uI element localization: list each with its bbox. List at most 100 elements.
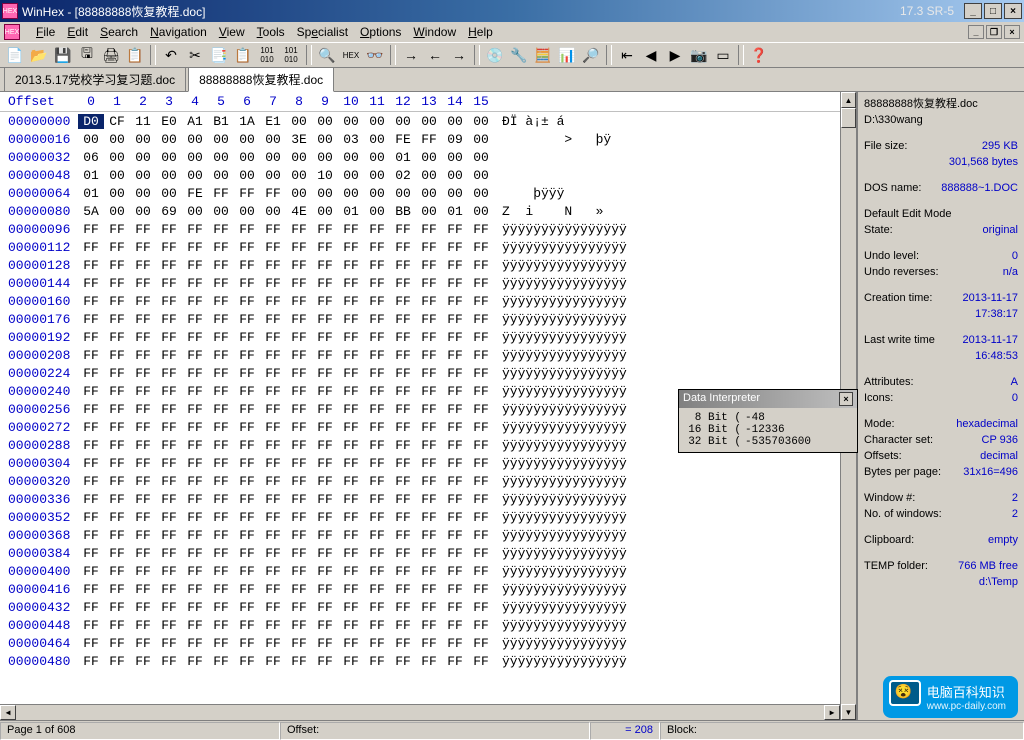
hex-byte[interactable]: FF [78, 636, 104, 651]
hex-byte[interactable]: FF [468, 528, 494, 543]
hex-byte[interactable]: FF [260, 546, 286, 561]
hex-byte[interactable]: FF [78, 546, 104, 561]
hex-byte[interactable]: FF [312, 654, 338, 669]
hex-byte[interactable]: 01 [442, 204, 468, 219]
ascii-cell[interactable]: ÿÿÿÿÿÿÿÿÿÿÿÿÿÿÿÿ [494, 510, 664, 525]
hex-byte[interactable]: FF [312, 312, 338, 327]
hex-byte[interactable]: FF [104, 654, 130, 669]
hex-byte[interactable]: FF [234, 582, 260, 597]
hex-byte[interactable]: FF [416, 654, 442, 669]
hex-byte[interactable]: FF [130, 600, 156, 615]
hex-byte[interactable]: FF [442, 600, 468, 615]
hex-byte[interactable]: 00 [234, 168, 260, 183]
hex-byte[interactable]: FF [364, 438, 390, 453]
hex-byte[interactable]: FF [468, 492, 494, 507]
hex-byte[interactable]: FF [156, 474, 182, 489]
hex-byte[interactable]: 00 [390, 186, 416, 201]
hex-byte[interactable]: BB [390, 204, 416, 219]
hex-byte[interactable]: FE [182, 186, 208, 201]
hex-byte[interactable]: FF [78, 366, 104, 381]
hex-byte[interactable]: FF [338, 402, 364, 417]
new-icon[interactable]: 📄 [4, 45, 26, 65]
hex-byte[interactable]: 00 [364, 186, 390, 201]
hex-byte[interactable]: FF [312, 456, 338, 471]
hex-byte[interactable]: FF [468, 384, 494, 399]
hex-byte[interactable]: FF [286, 654, 312, 669]
hex-byte[interactable]: FF [234, 348, 260, 363]
hex-byte[interactable]: FF [156, 564, 182, 579]
hex-byte[interactable]: FF [78, 294, 104, 309]
hex-row[interactable]: 00000112FFFFFFFFFFFFFFFFFFFFFFFFFFFFFFFF… [0, 238, 840, 256]
hex-byte[interactable]: FF [260, 384, 286, 399]
hex-byte[interactable]: FF [442, 438, 468, 453]
child-restore-button[interactable]: ❐ [986, 25, 1002, 39]
hex-byte[interactable]: FF [286, 636, 312, 651]
hex-byte[interactable]: FF [416, 546, 442, 561]
hex-byte[interactable]: FF [286, 438, 312, 453]
hex-byte[interactable]: FF [208, 636, 234, 651]
hex-byte[interactable]: FF [286, 330, 312, 345]
hex-byte[interactable]: FF [260, 456, 286, 471]
ascii-cell[interactable]: ÿÿÿÿÿÿÿÿÿÿÿÿÿÿÿÿ [494, 420, 664, 435]
hex-byte[interactable]: FF [364, 348, 390, 363]
hex-byte[interactable]: FF [208, 600, 234, 615]
hex-byte[interactable]: 00 [416, 114, 442, 129]
hex-byte[interactable]: FF [364, 528, 390, 543]
hex-byte[interactable]: FF [156, 618, 182, 633]
hex-byte[interactable]: B1 [208, 114, 234, 129]
hex-byte[interactable]: FF [156, 258, 182, 273]
hex-byte[interactable]: FF [312, 492, 338, 507]
hex-byte[interactable]: FF [364, 384, 390, 399]
hex-byte[interactable]: FF [312, 222, 338, 237]
hex-byte[interactable]: FF [338, 222, 364, 237]
hex-byte[interactable]: FF [78, 222, 104, 237]
hex-byte[interactable]: FF [104, 312, 130, 327]
hex-byte[interactable]: FF [338, 420, 364, 435]
hex-byte[interactable]: FF [390, 654, 416, 669]
hex-byte[interactable]: FF [130, 474, 156, 489]
menu-file[interactable]: File [36, 25, 55, 39]
hex-byte[interactable]: FF [208, 546, 234, 561]
hex-row[interactable]: 00000144FFFFFFFFFFFFFFFFFFFFFFFFFFFFFFFF… [0, 274, 840, 292]
nav-back-icon[interactable]: ◀ [640, 45, 662, 65]
hex-byte[interactable]: FF [156, 510, 182, 525]
hex-byte[interactable]: FF [234, 528, 260, 543]
hex-byte[interactable]: FF [286, 240, 312, 255]
hex-byte[interactable]: FF [260, 258, 286, 273]
hex-byte[interactable]: 00 [312, 132, 338, 147]
hex-byte[interactable]: FF [364, 276, 390, 291]
hex-byte[interactable]: FF [416, 222, 442, 237]
position-icon[interactable]: ⇤ [616, 45, 638, 65]
hex-byte[interactable]: FF [338, 474, 364, 489]
hex-byte[interactable]: FF [156, 528, 182, 543]
hex-byte[interactable]: 10 [312, 168, 338, 183]
forward-icon[interactable]: → [448, 45, 470, 65]
hex-byte[interactable]: FF [416, 294, 442, 309]
hex-byte[interactable]: FF [208, 312, 234, 327]
hex-byte[interactable]: FF [390, 366, 416, 381]
hex-byte[interactable]: FF [104, 528, 130, 543]
menu-options[interactable]: Options [360, 25, 401, 39]
hex-byte[interactable]: 00 [130, 132, 156, 147]
hex-byte[interactable]: FF [104, 564, 130, 579]
menu-window[interactable]: Window [413, 25, 456, 39]
ascii-cell[interactable]: ÿÿÿÿÿÿÿÿÿÿÿÿÿÿÿÿ [494, 438, 664, 453]
hex-byte[interactable]: FF [416, 132, 442, 147]
hex-byte[interactable]: 00 [468, 114, 494, 129]
hex-byte[interactable]: FF [338, 492, 364, 507]
hex-byte[interactable]: 02 [390, 168, 416, 183]
hex-row[interactable]: 00000208FFFFFFFFFFFFFFFFFFFFFFFFFFFFFFFF… [0, 346, 840, 364]
hex-byte[interactable]: 00 [286, 186, 312, 201]
hex-byte[interactable]: FF [390, 330, 416, 345]
hex-byte[interactable]: FF [312, 402, 338, 417]
hex-byte[interactable]: FF [416, 618, 442, 633]
ascii-cell[interactable]: ÿÿÿÿÿÿÿÿÿÿÿÿÿÿÿÿ [494, 366, 664, 381]
hex-byte[interactable]: 00 [338, 186, 364, 201]
hex-byte[interactable]: FF [104, 420, 130, 435]
hex-byte[interactable]: FF [442, 528, 468, 543]
hex-byte[interactable]: FF [468, 654, 494, 669]
hex-row[interactable]: 0000006401000000FEFFFFFF0000000000000000… [0, 184, 840, 202]
hex-byte[interactable]: FF [182, 312, 208, 327]
hex-byte[interactable]: FF [130, 654, 156, 669]
hex-byte[interactable]: FF [286, 618, 312, 633]
